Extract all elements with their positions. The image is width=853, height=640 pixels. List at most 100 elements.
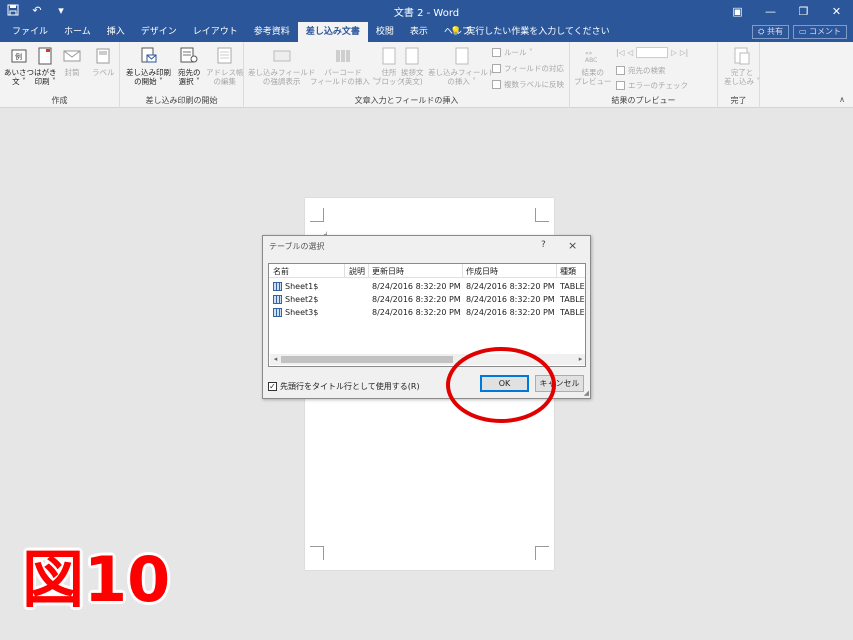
column-header-description[interactable]: 説明: [349, 266, 365, 277]
row-type: TABLE: [560, 308, 585, 317]
share-button[interactable]: ⛭ 共有: [752, 25, 789, 39]
previous-record-icon[interactable]: ◁: [627, 48, 633, 57]
update-labels-button[interactable]: 複数ラベルに反映: [492, 79, 564, 90]
first-row-header-label: 先頭行をタイトル行として使用する(R): [280, 382, 420, 391]
title-bar: ↶ ▾ 文書 2 - Word ▣ — ❐ ✕: [0, 0, 853, 22]
table-row[interactable]: Sheet3$ 8/24/2016 8:32:20 PM 8/24/2016 8…: [269, 306, 585, 319]
column-separator[interactable]: [344, 264, 345, 278]
close-button[interactable]: ×: [568, 239, 577, 252]
column-separator[interactable]: [368, 264, 369, 278]
highlight-circle: [446, 347, 556, 423]
label-button[interactable]: ラベル: [92, 46, 115, 77]
insert-merge-field-button[interactable]: 差し込みフィールド の挿入 ˅: [428, 46, 495, 86]
last-record-icon[interactable]: ▷|: [680, 48, 688, 57]
group-start-merge-label: 差し込み印刷の開始: [145, 96, 218, 105]
record-number-input[interactable]: [636, 47, 669, 58]
list-header: 名前 説明 更新日時 作成日時 種類: [269, 264, 585, 278]
match-fields-button[interactable]: フィールドの対応: [492, 63, 564, 74]
tab-home[interactable]: ホーム: [56, 22, 99, 42]
margin-corner-mark: [535, 208, 549, 222]
tab-insert[interactable]: 挿入: [99, 22, 133, 42]
ribbon-display-options-icon[interactable]: ▣: [721, 0, 754, 22]
label-icon: [94, 46, 112, 66]
next-record-icon[interactable]: ▷: [671, 48, 677, 57]
row-type: TABLE: [560, 295, 585, 304]
highlight-fields-button[interactable]: 差し込みフィールド の強調表示: [248, 46, 315, 86]
first-row-header-checkbox[interactable]: ✓: [268, 382, 277, 391]
match-fields-label: フィールドの対応: [504, 64, 564, 73]
table-row[interactable]: Sheet2$ 8/24/2016 8:32:20 PM 8/24/2016 8…: [269, 293, 585, 306]
envelope-label: 封筒: [64, 68, 80, 77]
start-mail-merge-label: 差し込み印刷 の開始 ˅: [126, 68, 171, 86]
column-header-modified[interactable]: 更新日時: [372, 266, 404, 277]
group-create-label: 作成: [51, 96, 68, 105]
row-created: 8/24/2016 8:32:20 PM: [466, 308, 555, 317]
highlight-fields-icon: [273, 46, 291, 66]
check-errors-button[interactable]: エラーのチェック: [616, 80, 688, 91]
svg-text:«»: «»: [585, 50, 593, 57]
svg-text:例: 例: [15, 52, 22, 61]
greeting-card-button[interactable]: 例 あいさつ 文 ˅: [4, 46, 34, 86]
scrollbar-thumb[interactable]: [281, 356, 453, 363]
tab-layout[interactable]: レイアウト: [185, 22, 246, 42]
greeting-line-label: 挨拶文 (英文): [401, 68, 424, 86]
row-modified: 8/24/2016 8:32:20 PM: [372, 308, 461, 317]
insert-merge-field-icon: [453, 46, 471, 66]
column-header-type[interactable]: 種類: [560, 266, 576, 277]
tab-review[interactable]: 校閲: [368, 22, 402, 42]
group-finish-label: 完了: [730, 96, 747, 105]
edit-list-button[interactable]: アドレス帳 の編集: [206, 46, 244, 86]
row-modified: 8/24/2016 8:32:20 PM: [372, 295, 461, 304]
find-recipient-label: 宛先の検索: [628, 66, 666, 75]
tell-me-box[interactable]: 💡 実行したい作業を入力してください: [450, 22, 610, 42]
collapse-ribbon-icon[interactable]: ∧: [839, 95, 845, 104]
tab-mailings[interactable]: 差し込み文書: [297, 22, 368, 42]
table-row[interactable]: Sheet1$ 8/24/2016 8:32:20 PM 8/24/2016 8…: [269, 280, 585, 293]
label-label: ラベル: [92, 68, 115, 77]
first-row-header-option[interactable]: ✓ 先頭行をタイトル行として使用する(R): [268, 381, 420, 392]
tab-file[interactable]: ファイル: [4, 22, 56, 42]
scroll-right-icon[interactable]: ▸: [576, 355, 585, 364]
record-navigation: |◁ ◁ ▷ ▷|: [616, 47, 688, 58]
ribbon-tabs-bar: ファイル ホーム 挿入 デザイン レイアウト 参考資料 差し込み文書 校閲 表示…: [0, 22, 853, 42]
tab-view[interactable]: 表示: [402, 22, 436, 42]
mail-merge-icon: [140, 46, 158, 66]
minimize-icon[interactable]: —: [754, 0, 787, 22]
scroll-left-icon[interactable]: ◂: [271, 355, 280, 364]
preview-results-button[interactable]: «» ABC 結果の プレビュー: [574, 46, 612, 86]
table-icon: [273, 308, 282, 317]
start-mail-merge-button[interactable]: 差し込み印刷 の開始 ˅: [126, 46, 171, 86]
row-modified: 8/24/2016 8:32:20 PM: [372, 282, 461, 291]
column-header-created[interactable]: 作成日時: [466, 266, 498, 277]
envelope-button[interactable]: 封筒: [63, 46, 81, 77]
preview-results-icon: «» ABC: [584, 46, 602, 66]
barcode-field-button[interactable]: バーコード フィールドの挿入 ˅: [310, 46, 376, 86]
column-separator[interactable]: [556, 264, 557, 278]
resize-grip-icon[interactable]: ◢: [584, 389, 589, 397]
first-record-icon[interactable]: |◁: [616, 48, 624, 57]
help-button[interactable]: ?: [541, 240, 546, 250]
tab-design[interactable]: デザイン: [133, 22, 185, 42]
rules-button[interactable]: ルール ˅: [492, 47, 533, 58]
column-separator[interactable]: [462, 264, 463, 278]
update-labels-label: 複数ラベルに反映: [504, 80, 564, 89]
close-icon[interactable]: ✕: [820, 0, 853, 22]
row-created: 8/24/2016 8:32:20 PM: [466, 282, 555, 291]
finish-merge-label: 完了と 差し込み ˅: [724, 68, 761, 86]
comment-button[interactable]: ▭ コメント: [792, 25, 847, 39]
postcard-button[interactable]: はがき 印刷 ˅: [34, 46, 57, 86]
restore-icon[interactable]: ❐: [787, 0, 820, 22]
greeting-line-button[interactable]: 挨拶文 (英文): [401, 46, 424, 86]
address-block-label: 住所 ブロック: [374, 68, 404, 86]
select-recipients-button[interactable]: 宛先の 選択 ˅: [178, 46, 201, 86]
update-labels-icon: [492, 80, 501, 89]
check-errors-label: エラーのチェック: [628, 81, 688, 90]
tab-references[interactable]: 参考資料: [246, 22, 298, 42]
find-recipient-button[interactable]: 宛先の検索: [616, 65, 666, 76]
table-list[interactable]: 名前 説明 更新日時 作成日時 種類 Sheet1$ 8/24/2016 8:3…: [268, 263, 586, 367]
greeting-card-icon: 例: [10, 46, 28, 66]
select-recipients-label: 宛先の 選択 ˅: [178, 68, 201, 86]
address-block-button[interactable]: 住所 ブロック: [374, 46, 404, 86]
finish-merge-button[interactable]: 完了と 差し込み ˅: [724, 46, 760, 86]
column-header-name[interactable]: 名前: [273, 266, 289, 277]
